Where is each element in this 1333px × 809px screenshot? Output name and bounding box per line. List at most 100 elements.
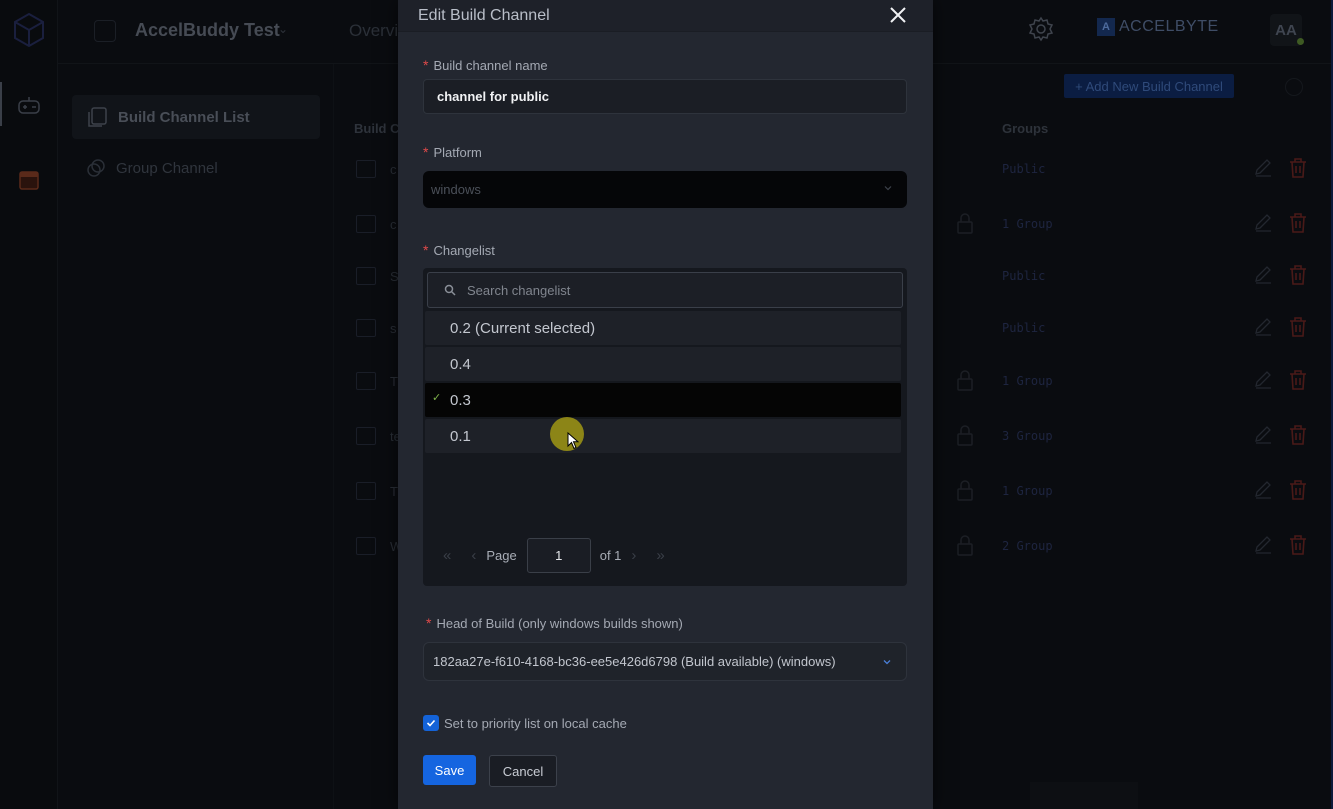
brand-logo: A ACCELBYTE <box>1097 18 1219 36</box>
last-page-icon[interactable]: » <box>656 547 664 564</box>
page-number-input[interactable]: 1 <box>526 538 591 573</box>
channel-name: T <box>390 374 398 389</box>
option-label: 0.2 (Current selected) <box>450 319 596 337</box>
priority-checkbox-label[interactable]: Set to priority list on local cache <box>444 716 627 731</box>
next-page-icon[interactable]: › <box>631 547 636 564</box>
folder-icon <box>356 267 376 285</box>
edit-build-channel-modal: Edit Build Channel * Build channel name *… <box>398 0 933 809</box>
folder-icon <box>356 427 376 445</box>
changelist-label: * Changelist <box>423 242 495 258</box>
option-label: 0.3 <box>450 391 471 409</box>
mouse-pointer-icon <box>567 432 579 450</box>
sidenav-item-group-channel[interactable]: Group Channel <box>72 146 320 190</box>
save-button[interactable]: Save <box>423 755 476 785</box>
edit-pencil-icon[interactable] <box>1253 157 1273 177</box>
column-header-groups: Groups <box>1002 121 1049 136</box>
required-asterisk: * <box>423 144 429 160</box>
changelist-option-selected[interactable]: ✓ 0.3 <box>425 383 901 417</box>
rail-item-game[interactable] <box>14 90 44 120</box>
checkmark-icon <box>426 719 436 727</box>
stacked-pages-icon <box>88 107 107 127</box>
changelist-search[interactable] <box>427 272 903 308</box>
label-text: Head of Build (only windows builds shown… <box>436 616 683 631</box>
brand-wordmark: ACCELBYTE <box>1119 18 1219 35</box>
close-icon[interactable] <box>887 4 909 26</box>
groups-value: 1 Group <box>1002 217 1053 231</box>
folder-icon <box>356 482 376 500</box>
user-avatar[interactable]: AA <box>1270 14 1304 46</box>
required-asterisk: * <box>423 57 429 73</box>
platform-select[interactable]: windows <box>423 171 907 208</box>
chevron-down-icon[interactable]: ⌄ <box>278 22 288 36</box>
edit-pencil-icon[interactable] <box>1253 534 1273 554</box>
page-label: Page <box>486 548 517 563</box>
channel-name: T <box>390 484 398 499</box>
delete-trash-icon[interactable] <box>1288 264 1308 286</box>
refresh-icon[interactable] <box>1285 78 1303 96</box>
head-of-build-value: 182aa27e-f610-4168-bc36-ee5e426d6798 (Bu… <box>433 654 836 669</box>
folder-icon <box>356 319 376 337</box>
sidenav-item-build-channel-list[interactable]: Build Channel List <box>72 95 320 139</box>
gear-icon[interactable] <box>1028 16 1054 42</box>
delete-trash-icon[interactable] <box>1288 316 1308 338</box>
build-channel-name-input[interactable] <box>423 79 907 114</box>
sidenav-item-label: Group Channel <box>116 159 218 177</box>
groups-value: Public <box>1002 162 1046 176</box>
project-selector[interactable]: AccelBuddy Test <box>135 20 280 41</box>
first-page-icon[interactable]: « <box>443 547 451 564</box>
changelist-dropdown: 0.2 (Current selected) 0.4 ✓ 0.3 0.1 « ‹… <box>423 268 907 586</box>
groups-value: 3 Group <box>1002 429 1053 443</box>
option-label: 0.1 <box>450 427 471 445</box>
delete-trash-icon[interactable] <box>1288 157 1308 179</box>
folder-icon <box>356 537 376 555</box>
prev-page-icon[interactable]: ‹ <box>471 547 476 564</box>
activity-tab[interactable] <box>1030 782 1138 809</box>
groups-value: 1 Group <box>1002 484 1053 498</box>
folder-icon <box>356 160 376 178</box>
lock-icon <box>957 425 973 446</box>
changelist-option[interactable]: 0.2 (Current selected) <box>425 311 901 345</box>
lock-icon <box>957 370 973 391</box>
edit-pencil-icon[interactable] <box>1253 264 1273 284</box>
edit-pencil-icon[interactable] <box>1253 479 1273 499</box>
changelist-option[interactable]: 0.4 <box>425 347 901 381</box>
project-icon <box>94 20 116 42</box>
delete-trash-icon[interactable] <box>1288 479 1308 501</box>
edit-pencil-icon[interactable] <box>1253 212 1273 232</box>
priority-checkbox-row: Set to priority list on local cache <box>423 715 627 731</box>
delete-trash-icon[interactable] <box>1288 212 1308 234</box>
priority-checkbox[interactable] <box>423 715 439 731</box>
edit-pencil-icon[interactable] <box>1253 316 1273 336</box>
column-header-name: Build C <box>354 121 400 136</box>
delete-trash-icon[interactable] <box>1288 369 1308 391</box>
rail-active-indicator <box>0 82 2 126</box>
platform-value: windows <box>431 182 481 197</box>
rail-item-calendar[interactable] <box>14 165 44 195</box>
calendar-icon <box>19 171 39 190</box>
modal-title: Edit Build Channel <box>418 6 550 24</box>
head-of-build-select[interactable]: 182aa27e-f610-4168-bc36-ee5e426d6798 (Bu… <box>423 642 907 681</box>
delete-trash-icon[interactable] <box>1288 424 1308 446</box>
chevron-down-icon <box>884 186 892 191</box>
changelist-search-input[interactable] <box>467 282 867 298</box>
folder-icon <box>356 215 376 233</box>
side-nav: Build Channel List Group Channel <box>58 64 334 809</box>
changelist-option[interactable]: 0.1 <box>425 419 901 453</box>
channel-name: s <box>390 321 397 336</box>
folder-icon <box>356 372 376 390</box>
edit-pencil-icon[interactable] <box>1253 369 1273 389</box>
modal-header: Edit Build Channel <box>398 0 933 32</box>
option-label: 0.4 <box>450 355 471 373</box>
chevron-down-icon <box>883 660 891 665</box>
overlapping-circles-icon <box>87 159 105 177</box>
cancel-button[interactable]: Cancel <box>489 755 557 787</box>
groups-value: Public <box>1002 321 1046 335</box>
lock-icon <box>957 213 973 234</box>
head-of-build-label: * Head of Build (only windows builds show… <box>426 615 683 631</box>
app-logo-icon[interactable] <box>12 12 46 48</box>
delete-trash-icon[interactable] <box>1288 534 1308 556</box>
edit-pencil-icon[interactable] <box>1253 424 1273 444</box>
label-text: Changelist <box>433 243 495 258</box>
nav-overview[interactable]: Overvi <box>349 21 398 41</box>
add-new-build-channel-button[interactable]: + Add New Build Channel <box>1064 74 1234 98</box>
